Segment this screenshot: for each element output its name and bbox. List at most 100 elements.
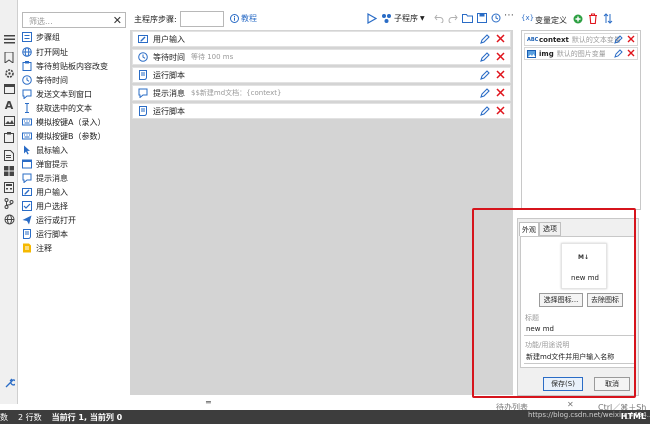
toolbox-item-step-group[interactable]: 步骤组 xyxy=(22,30,60,44)
clock-icon xyxy=(22,75,32,85)
gear-icon[interactable] xyxy=(2,66,16,80)
status-count: 数 xyxy=(0,412,8,422)
delete-icon[interactable] xyxy=(496,70,505,79)
edit-icon[interactable] xyxy=(480,106,490,116)
bookmark-icon[interactable] xyxy=(2,50,16,64)
image-icon[interactable] xyxy=(2,114,16,128)
step-row[interactable]: 用户输入 xyxy=(132,31,511,47)
step-group-icon xyxy=(22,32,32,42)
delete-icon[interactable] xyxy=(496,34,505,43)
edit-icon[interactable] xyxy=(480,52,490,62)
left-icon-rail: A xyxy=(0,0,18,404)
text-type-icon: ABC xyxy=(527,36,539,43)
variables-toolbar: {x} 变量定义 xyxy=(517,8,646,30)
main-toolbar: 主程序步骤: 教程 子程序 ▼ ⋯ xyxy=(128,8,514,30)
branch-icon[interactable] xyxy=(2,196,16,210)
step-row[interactable]: 运行脚本 xyxy=(132,67,511,83)
text-a-icon[interactable]: A xyxy=(2,98,16,112)
toolbox-item-mouse-input[interactable]: 鼠标输入 xyxy=(22,143,68,157)
status-position: 当前行 1, 当前列 0 xyxy=(51,412,123,422)
document-icon[interactable] xyxy=(2,148,16,162)
globe-icon[interactable] xyxy=(2,212,16,226)
toolbox-item-get-selected-text[interactable]: 获取选中的文本 xyxy=(22,101,92,115)
toolbox-item-popup[interactable]: 弹窗提示 xyxy=(22,157,68,171)
run-icon[interactable] xyxy=(367,13,377,24)
status-rows: 2 行数 xyxy=(18,412,42,422)
toolbox-item-run-open[interactable]: 运行或打开 xyxy=(22,213,76,227)
globe-icon xyxy=(22,47,32,57)
variables-panel: {x} 变量定义 ABC context 默认的文本变量 img 默认的图片变量 xyxy=(517,8,646,210)
subprogram-dropdown[interactable]: 子程序 ▼ xyxy=(381,13,425,24)
clipboard-icon[interactable] xyxy=(2,130,16,144)
note-icon xyxy=(22,243,32,253)
toolbox-item-key-a[interactable]: 模拟按键A（录入） xyxy=(22,115,105,129)
user-select-icon xyxy=(22,201,32,211)
variable-braces-icon: {x} xyxy=(521,14,535,22)
open-file-icon[interactable] xyxy=(462,13,473,23)
script-icon xyxy=(22,229,32,239)
delete-icon[interactable] xyxy=(496,106,505,115)
mouse-pointer-icon xyxy=(22,145,32,155)
language-indicator[interactable]: HTML xyxy=(621,412,646,421)
toolbox-item-wait-time[interactable]: 等待时间 xyxy=(22,73,68,87)
tutorial-link[interactable]: 教程 xyxy=(230,13,257,24)
save-icon[interactable] xyxy=(477,13,487,23)
clipboard-icon xyxy=(22,61,32,71)
edit-icon[interactable] xyxy=(614,35,623,44)
variables-title: 变量定义 xyxy=(535,16,567,25)
toolbox-item-comment[interactable]: 注释 xyxy=(22,241,52,255)
edit-icon[interactable] xyxy=(480,34,490,44)
edit-icon[interactable] xyxy=(614,49,623,58)
toolbox-search-input[interactable]: 筛选... ✕ xyxy=(22,12,126,28)
toolbox-item-wait-clipboard[interactable]: 等待剪贴板内容改变 xyxy=(22,59,108,73)
main-steps-input[interactable] xyxy=(180,11,224,27)
toolbox-item-user-input[interactable]: 用户输入 xyxy=(22,185,68,199)
close-icon[interactable]: ✕ xyxy=(567,400,574,409)
redo-icon[interactable] xyxy=(448,13,458,23)
step-row[interactable]: 运行脚本 xyxy=(132,103,511,119)
history-icon[interactable] xyxy=(491,13,501,23)
windows-logo-icon[interactable] xyxy=(2,164,16,178)
sort-icon[interactable] xyxy=(603,13,613,24)
delete-icon[interactable] xyxy=(627,35,635,43)
chevron-down-icon: ▼ xyxy=(420,15,425,22)
list-icon[interactable] xyxy=(2,32,16,46)
toolbox-item-user-select[interactable]: 用户选择 xyxy=(22,199,68,213)
variable-item[interactable]: ABC context 默认的文本变量 xyxy=(524,33,638,46)
more-icon[interactable]: ⋯ xyxy=(504,10,514,21)
collapse-handle[interactable]: ═ xyxy=(206,398,211,407)
message-icon xyxy=(138,88,148,98)
highlight-annotation-box xyxy=(472,208,636,398)
script-icon xyxy=(138,70,148,80)
variable-item[interactable]: img 默认的图片变量 xyxy=(524,47,638,60)
delete-icon[interactable] xyxy=(496,52,505,61)
wrench-icon[interactable] xyxy=(2,376,16,390)
edit-icon[interactable] xyxy=(480,88,490,98)
toolbox-item-run-script[interactable]: 运行脚本 xyxy=(22,227,68,241)
trash-icon[interactable] xyxy=(588,13,598,24)
step-list: 用户输入 等待时间 等待 100 ms 运行脚本 提示消息 $$新建md文档：{… xyxy=(130,30,513,395)
edit-icon[interactable] xyxy=(480,70,490,80)
variable-list: ABC context 默认的文本变量 img 默认的图片变量 xyxy=(521,30,641,210)
clear-search-icon[interactable]: ✕ xyxy=(113,14,122,27)
text-cursor-icon xyxy=(22,103,32,113)
main-steps-label: 主程序步骤: xyxy=(134,15,177,24)
step-row[interactable]: 等待时间 等待 100 ms xyxy=(132,49,511,65)
add-variable-icon[interactable] xyxy=(573,14,583,24)
toolbox-item-message[interactable]: 提示消息 xyxy=(22,171,68,185)
toolbox-item-send-text[interactable]: 发送文本到窗口 xyxy=(22,87,92,101)
delete-icon[interactable] xyxy=(627,49,635,57)
message-icon xyxy=(22,173,32,183)
toolbox-item-open-url[interactable]: 打开网址 xyxy=(22,45,68,59)
search-placeholder: 筛选... xyxy=(29,17,53,26)
calculator-icon[interactable] xyxy=(2,180,16,194)
toolbox-item-key-b[interactable]: 模拟按键B（参数） xyxy=(22,129,106,143)
script-icon xyxy=(138,106,148,116)
window-icon[interactable] xyxy=(2,82,16,96)
keyboard-icon xyxy=(22,131,32,141)
user-input-icon xyxy=(138,34,148,44)
step-row[interactable]: 提示消息 $$新建md文档：{context} xyxy=(132,85,511,101)
delete-icon[interactable] xyxy=(496,88,505,97)
user-input-icon xyxy=(22,187,32,197)
undo-icon[interactable] xyxy=(434,13,444,23)
